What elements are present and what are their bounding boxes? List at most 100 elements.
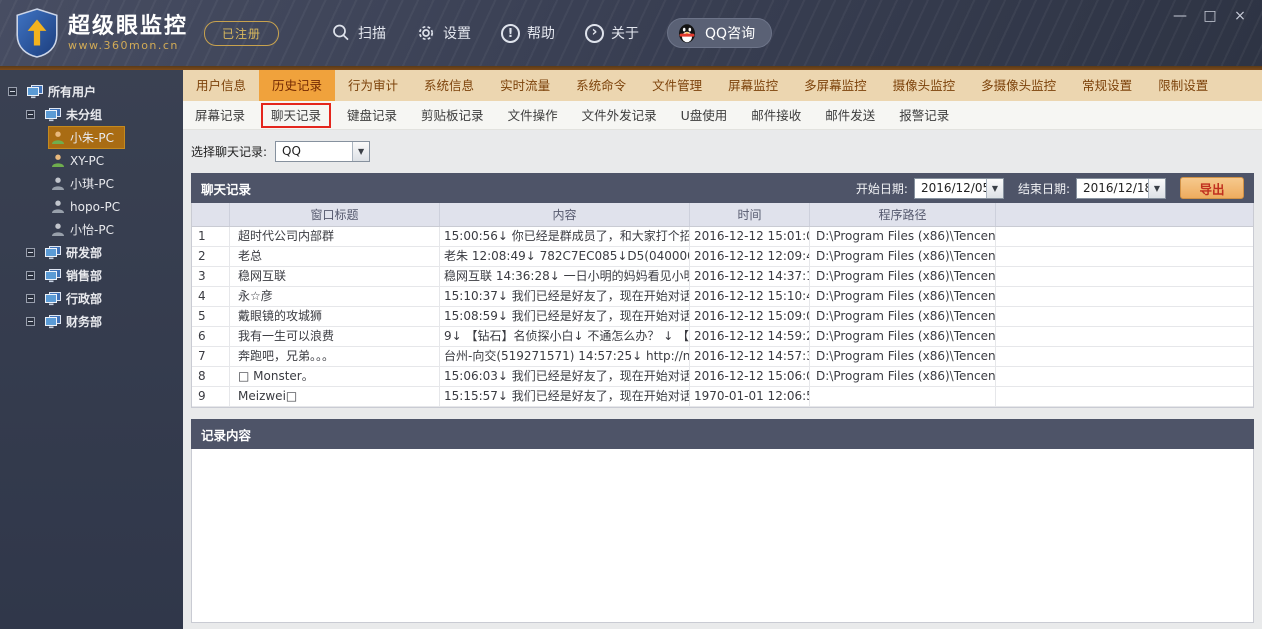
tree-item[interactable]: hopo-PC <box>0 195 183 218</box>
main-tab[interactable]: 摄像头监控 <box>880 70 969 101</box>
row-index: 3 <box>192 267 230 286</box>
qq-consult-button[interactable]: QQ咨询 <box>667 18 772 48</box>
sub-tab[interactable]: 文件外发记录 <box>570 101 669 130</box>
row-window-title: 奔跑吧，兄弟。。。 <box>230 347 440 366</box>
main-tab[interactable]: 限制设置 <box>1145 70 1221 101</box>
scan-button[interactable]: 扫描 <box>331 23 386 43</box>
main-tab-label: 多屏幕监控 <box>804 78 867 93</box>
main-tab[interactable]: 文件管理 <box>639 70 715 101</box>
table-row[interactable]: 4 永☆彦 15:10:37↓ 我们已经是好友了，现在开始对话吧！ ↓ 2016… <box>192 287 1253 307</box>
close-button[interactable]: × <box>1232 8 1248 24</box>
shield-logo-icon <box>14 8 60 58</box>
chevron-down-icon[interactable] <box>352 142 369 161</box>
sub-tab-label: 文件操作 <box>508 108 558 123</box>
table-row[interactable]: 2 老总 老朱 12:08:49↓ 782C7EC085↓D5(04000000… <box>192 247 1253 267</box>
end-date-label: 结束日期: <box>1018 180 1070 197</box>
row-content: 15:10:37↓ 我们已经是好友了，现在开始对话吧！ ↓ <box>440 287 690 306</box>
chat-type-select[interactable]: QQ <box>275 141 370 162</box>
table-row[interactable]: 8 □ Monster。 15:06:03↓ 我们已经是好友了，现在开始对话吧！… <box>192 367 1253 387</box>
sub-tab-label: 屏幕记录 <box>195 108 245 123</box>
export-button[interactable]: 导出 <box>1180 177 1244 199</box>
row-time: 1970-01-01 12:06:55 <box>690 387 810 406</box>
about-button[interactable]: 关于 <box>585 23 639 43</box>
tree-item[interactable]: 财务部 <box>0 310 183 333</box>
minimize-button[interactable]: — <box>1172 8 1188 24</box>
sub-tab[interactable]: 键盘记录 <box>335 101 409 130</box>
table-row[interactable]: 6 我有一生可以浪费 9↓ 【钻石】名侦探小白↓ 不通怎么办？ ↓ 【钻石】名 … <box>192 327 1253 347</box>
chat-panel-title: 聊天记录 <box>201 179 251 198</box>
tree-item-label: 研发部 <box>66 244 102 261</box>
end-date-value: 2016/12/18 <box>1077 181 1148 195</box>
tree-item[interactable]: 小怡-PC <box>0 218 183 241</box>
tree-item[interactable]: 小朱-PC <box>0 126 183 149</box>
sub-tab[interactable]: 文件操作 <box>496 101 570 130</box>
main-tab-label: 多摄像头监控 <box>981 78 1056 93</box>
main-tab[interactable]: 行为审计 <box>335 70 411 101</box>
tree-item[interactable]: 未分组 <box>0 103 183 126</box>
tree-item[interactable]: XY-PC <box>0 149 183 172</box>
row-time: 2016-12-12 14:57:38 <box>690 347 810 366</box>
row-time: 2016-12-12 15:06:06 <box>690 367 810 386</box>
row-path: D:\Program Files (x86)\Tencent\ <box>810 347 996 366</box>
help-button[interactable]: 帮助 <box>501 23 555 43</box>
tree-expander-icon[interactable] <box>26 317 35 326</box>
main-tab[interactable]: 实时流量 <box>487 70 563 101</box>
tree-item-label: 财务部 <box>66 313 102 330</box>
tree-expander-icon[interactable] <box>26 294 35 303</box>
chevron-down-icon[interactable] <box>986 179 1003 198</box>
main-tab[interactable]: 用户信息 <box>183 70 259 101</box>
row-content: 15:15:57↓ 我们已经是好友了，现在开始对话吧！ ↓ <box>440 387 690 406</box>
sub-tab[interactable]: 聊天记录 <box>261 103 331 128</box>
content-area: 选择聊天记录: QQ 聊天记录 开始日期: 2016/12/05 结束日期 <box>183 130 1262 629</box>
main-tab[interactable]: 多摄像头监控 <box>968 70 1069 101</box>
tree-item[interactable]: 行政部 <box>0 287 183 310</box>
main-tab-label: 系统信息 <box>424 78 474 93</box>
sub-tab[interactable]: 邮件发送 <box>813 101 887 130</box>
row-path: D:\Program Files (x86)\Tencent\ <box>810 367 996 386</box>
start-date-picker[interactable]: 2016/12/05 <box>914 178 1004 199</box>
row-path: D:\Program Files (x86)\Tencent\ <box>810 287 996 306</box>
sub-tab[interactable]: 报警记录 <box>887 101 961 130</box>
col-header-window-title: 窗口标题 <box>230 203 440 226</box>
sub-tab[interactable]: 剪贴板记录 <box>409 101 496 130</box>
user-online-icon <box>51 154 65 167</box>
chat-record-table: 窗口标题 内容 时间 程序路径 1 超时代公司内部群 15:00:56↓ 你已经… <box>191 203 1254 408</box>
user-online-icon <box>51 131 65 144</box>
maximize-button[interactable]: □ <box>1202 8 1218 24</box>
registered-badge: 已注册 <box>204 21 279 46</box>
row-content: 15:08:59↓ 我们已经是好友了，现在开始对话吧！ ↓ <box>440 307 690 326</box>
main-tab[interactable]: 历史记录 <box>259 70 335 101</box>
row-index: 8 <box>192 367 230 386</box>
tree-expander-icon[interactable] <box>26 248 35 257</box>
tree-item[interactable]: 所有用户 <box>0 80 183 103</box>
titlebar: 超级眼监控 www.360mon.cn 已注册 扫描 设置 帮助 <box>0 0 1262 66</box>
tree-expander-icon[interactable] <box>26 271 35 280</box>
table-row[interactable]: 1 超时代公司内部群 15:00:56↓ 你已经是群成员了，和大家打个招呼吧！ … <box>192 227 1253 247</box>
main-tab[interactable]: 多屏幕监控 <box>791 70 880 101</box>
row-index: 2 <box>192 247 230 266</box>
sub-tab[interactable]: 屏幕记录 <box>183 101 257 130</box>
sub-tab-label: 报警记录 <box>899 108 949 123</box>
main-tab[interactable]: 系统命令 <box>563 70 639 101</box>
computers-icon <box>45 246 61 260</box>
row-path: D:\Program Files (x86)\Tencent\ <box>810 327 996 346</box>
tree-expander-icon[interactable] <box>26 110 35 119</box>
settings-label: 设置 <box>443 23 471 43</box>
sub-tab[interactable]: 邮件接收 <box>739 101 813 130</box>
main-tab[interactable]: 系统信息 <box>411 70 487 101</box>
table-row[interactable]: 9 Meizwei□ 15:15:57↓ 我们已经是好友了，现在开始对话吧！ ↓… <box>192 387 1253 407</box>
table-row[interactable]: 7 奔跑吧，兄弟。。。 台州-向交(519271571) 14:57:25↓ h… <box>192 347 1253 367</box>
main-tab[interactable]: 屏幕监控 <box>715 70 791 101</box>
main-tab[interactable]: 常规设置 <box>1069 70 1145 101</box>
settings-button[interactable]: 设置 <box>416 23 471 43</box>
sub-tab[interactable]: U盘使用 <box>669 101 740 130</box>
tree-expander-icon[interactable] <box>8 87 17 96</box>
user-offline-icon <box>51 177 65 190</box>
chevron-down-icon[interactable] <box>1148 179 1165 198</box>
table-row[interactable]: 5 戴眼镜的攻城狮 15:08:59↓ 我们已经是好友了，现在开始对话吧！ ↓ … <box>192 307 1253 327</box>
tree-item[interactable]: 小琪-PC <box>0 172 183 195</box>
table-row[interactable]: 3 稳网互联 稳网互联 14:36:28↓ 一日小明的妈妈看见小明的爸爸 201… <box>192 267 1253 287</box>
tree-item[interactable]: 研发部 <box>0 241 183 264</box>
tree-item[interactable]: 销售部 <box>0 264 183 287</box>
end-date-picker[interactable]: 2016/12/18 <box>1076 178 1166 199</box>
